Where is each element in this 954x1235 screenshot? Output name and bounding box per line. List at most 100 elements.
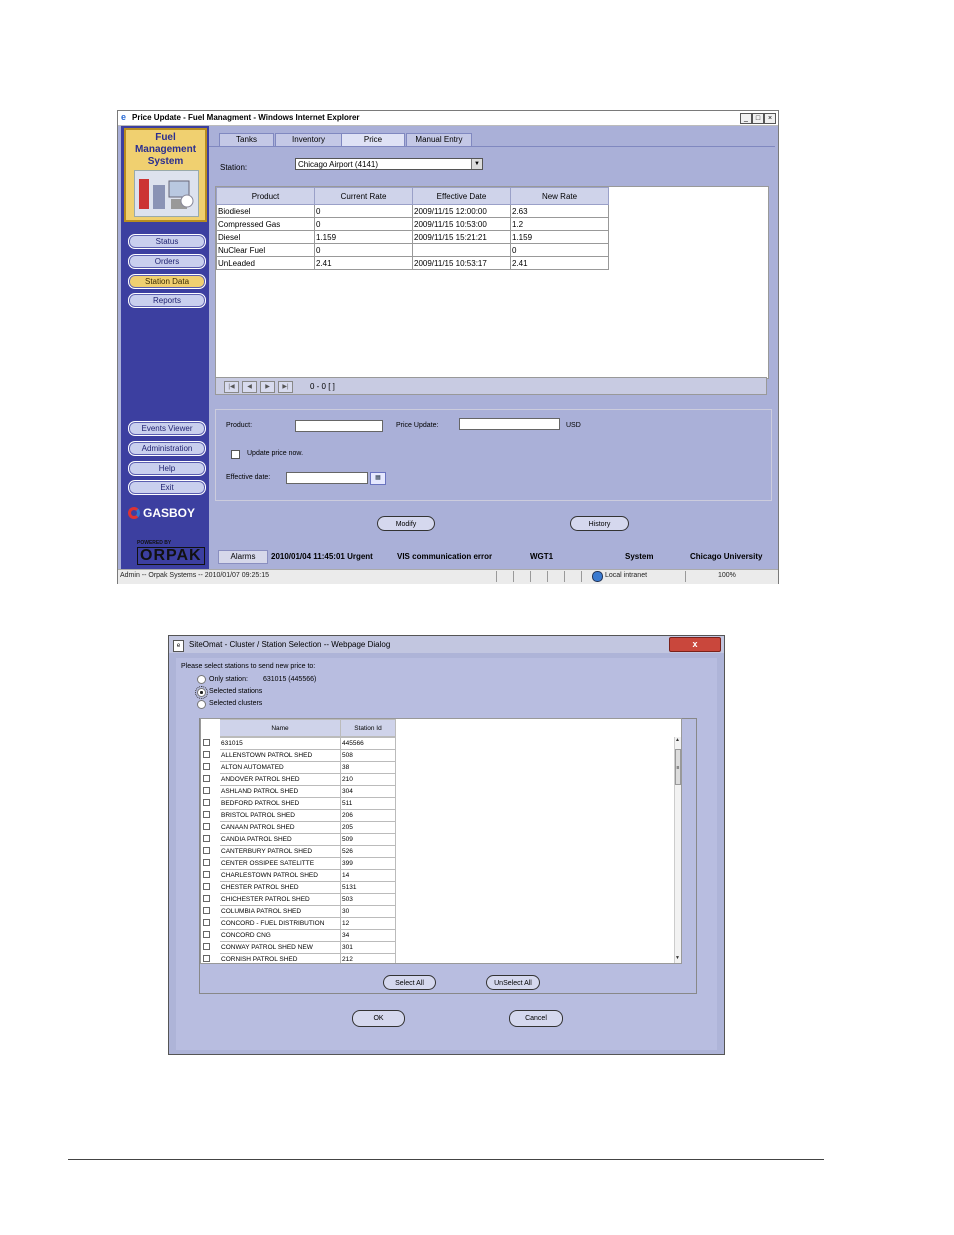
scroll-up-icon[interactable]: ▲	[675, 737, 680, 743]
tab-price[interactable]: Price	[341, 133, 405, 146]
nav-events-viewer[interactable]: Events Viewer	[128, 421, 206, 436]
first-page-icon[interactable]: |◀	[224, 381, 239, 393]
column-header[interactable]: Effective Date	[412, 187, 511, 205]
station-select[interactable]: Chicago Airport (4141) ▼	[295, 158, 483, 170]
divider	[685, 571, 686, 582]
calendar-icon[interactable]: ▦	[370, 472, 386, 485]
history-button[interactable]: History	[570, 516, 629, 531]
table-row[interactable]: COLUMBIA PATROL SHED 30	[201, 905, 396, 918]
table-row[interactable]: ALLENSTOWN PATROL SHED 508	[201, 749, 396, 762]
scrollbar[interactable]: ▲ ≡ ▼	[674, 737, 681, 963]
station-id: 511	[340, 797, 396, 810]
row-checkbox[interactable]	[203, 871, 210, 878]
column-header[interactable]: New Rate	[510, 187, 609, 205]
chevron-down-icon[interactable]: ▼	[471, 159, 482, 169]
row-checkbox[interactable]	[203, 919, 210, 926]
table-row[interactable]: Biodiesel 0 2009/11/15 12:00:00 2.63	[216, 204, 609, 218]
scroll-thumb[interactable]: ≡	[675, 749, 681, 785]
nav-administration[interactable]: Administration	[128, 441, 206, 456]
tab-manual-entry[interactable]: Manual Entry	[406, 133, 472, 146]
nav-reports[interactable]: Reports	[128, 293, 206, 308]
tab-tanks[interactable]: Tanks	[219, 133, 274, 146]
alarm-message: VIS communication error	[397, 552, 493, 561]
update-now-checkbox[interactable]	[231, 450, 240, 459]
product-input[interactable]	[295, 420, 383, 432]
effective-date-input[interactable]	[286, 472, 368, 484]
row-checkbox[interactable]	[203, 811, 210, 818]
cancel-button[interactable]: Cancel	[509, 1010, 563, 1027]
radio-only-station[interactable]	[197, 675, 206, 684]
nav-help[interactable]: Help	[128, 461, 206, 476]
price-update-window: e Price Update - Fuel Managment - Window…	[117, 110, 779, 584]
next-page-icon[interactable]: ▶	[260, 381, 275, 393]
modify-button[interactable]: Modify	[377, 516, 435, 531]
table-row[interactable]: BEDFORD PATROL SHED 511	[201, 797, 396, 810]
window-title: Price Update - Fuel Managment - Windows …	[132, 113, 360, 122]
table-row[interactable]: CONWAY PATROL SHED NEW 301	[201, 941, 396, 954]
table-row[interactable]: ANDOVER PATROL SHED 210	[201, 773, 396, 786]
table-row[interactable]: CANAAN PATROL SHED 205	[201, 821, 396, 834]
row-checkbox[interactable]	[203, 847, 210, 854]
minimize-button[interactable]: _	[740, 113, 752, 124]
table-row[interactable]: CHICHESTER PATROL SHED 503	[201, 893, 396, 906]
table-row[interactable]: CHESTER PATROL SHED 5131	[201, 881, 396, 894]
nav-status[interactable]: Status	[128, 234, 206, 249]
table-row[interactable]: CONCORD - FUEL DISTRIBUTION 12	[201, 917, 396, 930]
nav-exit[interactable]: Exit	[128, 480, 206, 495]
table-row[interactable]: Diesel 1.159 2009/11/15 15:21:21 1.159	[216, 230, 609, 244]
row-checkbox[interactable]	[203, 739, 210, 746]
unselect-all-button[interactable]: UnSelect All	[486, 975, 540, 990]
row-checkbox[interactable]	[203, 751, 210, 758]
close-button[interactable]: ×	[764, 113, 776, 124]
maximize-button[interactable]: □	[752, 113, 764, 124]
column-header[interactable]: Current Rate	[314, 187, 413, 205]
prev-page-icon[interactable]: ◀	[242, 381, 257, 393]
last-page-icon[interactable]: ▶|	[278, 381, 293, 393]
table-row[interactable]: BRISTOL PATROL SHED 206	[201, 809, 396, 822]
column-header[interactable]: Name	[219, 719, 341, 737]
station-label: Station:	[220, 163, 248, 172]
table-row[interactable]: CONCORD CNG 34	[201, 929, 396, 942]
row-checkbox-cell	[201, 857, 220, 870]
table-row[interactable]: 631015 445566	[201, 737, 396, 750]
column-header[interactable]: Product	[216, 187, 315, 205]
nav-station-data[interactable]: Station Data	[128, 274, 206, 289]
close-button[interactable]: x	[669, 637, 721, 652]
row-checkbox[interactable]	[203, 895, 210, 902]
table-row[interactable]: CHARLESTOWN PATROL SHED 14	[201, 869, 396, 882]
row-checkbox[interactable]	[203, 823, 210, 830]
nav-orders[interactable]: Orders	[128, 254, 206, 269]
column-header[interactable]: Station Id	[340, 719, 396, 737]
table-row[interactable]: ASHLAND PATROL SHED 304	[201, 785, 396, 798]
row-checkbox[interactable]	[203, 859, 210, 866]
radio-selected-stations[interactable]	[195, 686, 208, 699]
radio-selected-clusters[interactable]	[197, 700, 206, 709]
zoom-label[interactable]: 100%	[718, 572, 736, 579]
row-checkbox[interactable]	[203, 835, 210, 842]
scroll-down-icon[interactable]: ▼	[675, 955, 680, 961]
table-row[interactable]: ALTON AUTOMATED 38	[201, 761, 396, 774]
row-checkbox[interactable]	[203, 883, 210, 890]
logo-title-line: Fuel	[155, 132, 176, 143]
table-row[interactable]: UnLeaded 2.41 2009/11/15 10:53:17 2.41	[216, 256, 609, 270]
row-checkbox[interactable]	[203, 763, 210, 770]
price-update-input[interactable]	[459, 418, 560, 430]
alarms-button[interactable]: Alarms	[218, 550, 268, 564]
alarm-datetime: 2010/01/04 11:45:01 Urgent	[271, 552, 373, 561]
table-row[interactable]: CORNISH PATROL SHED 212	[201, 953, 396, 963]
select-all-button[interactable]: Select All	[383, 975, 436, 990]
row-checkbox[interactable]	[203, 943, 210, 950]
table-row[interactable]: CANTERBURY PATROL SHED 526	[201, 845, 396, 858]
table-row[interactable]: CENTER OSSIPEE SATELITTE 399	[201, 857, 396, 870]
row-checkbox[interactable]	[203, 955, 210, 962]
table-row[interactable]: CANDIA PATROL SHED 509	[201, 833, 396, 846]
row-checkbox[interactable]	[203, 775, 210, 782]
row-checkbox[interactable]	[203, 907, 210, 914]
tab-inventory[interactable]: Inventory	[275, 133, 342, 146]
ok-button[interactable]: OK	[352, 1010, 405, 1027]
row-checkbox[interactable]	[203, 799, 210, 806]
table-row[interactable]: NuClear Fuel 0 0	[216, 243, 609, 257]
table-row[interactable]: Compressed Gas 0 2009/11/15 10:53:00 1.2	[216, 217, 609, 231]
row-checkbox[interactable]	[203, 787, 210, 794]
row-checkbox[interactable]	[203, 931, 210, 938]
